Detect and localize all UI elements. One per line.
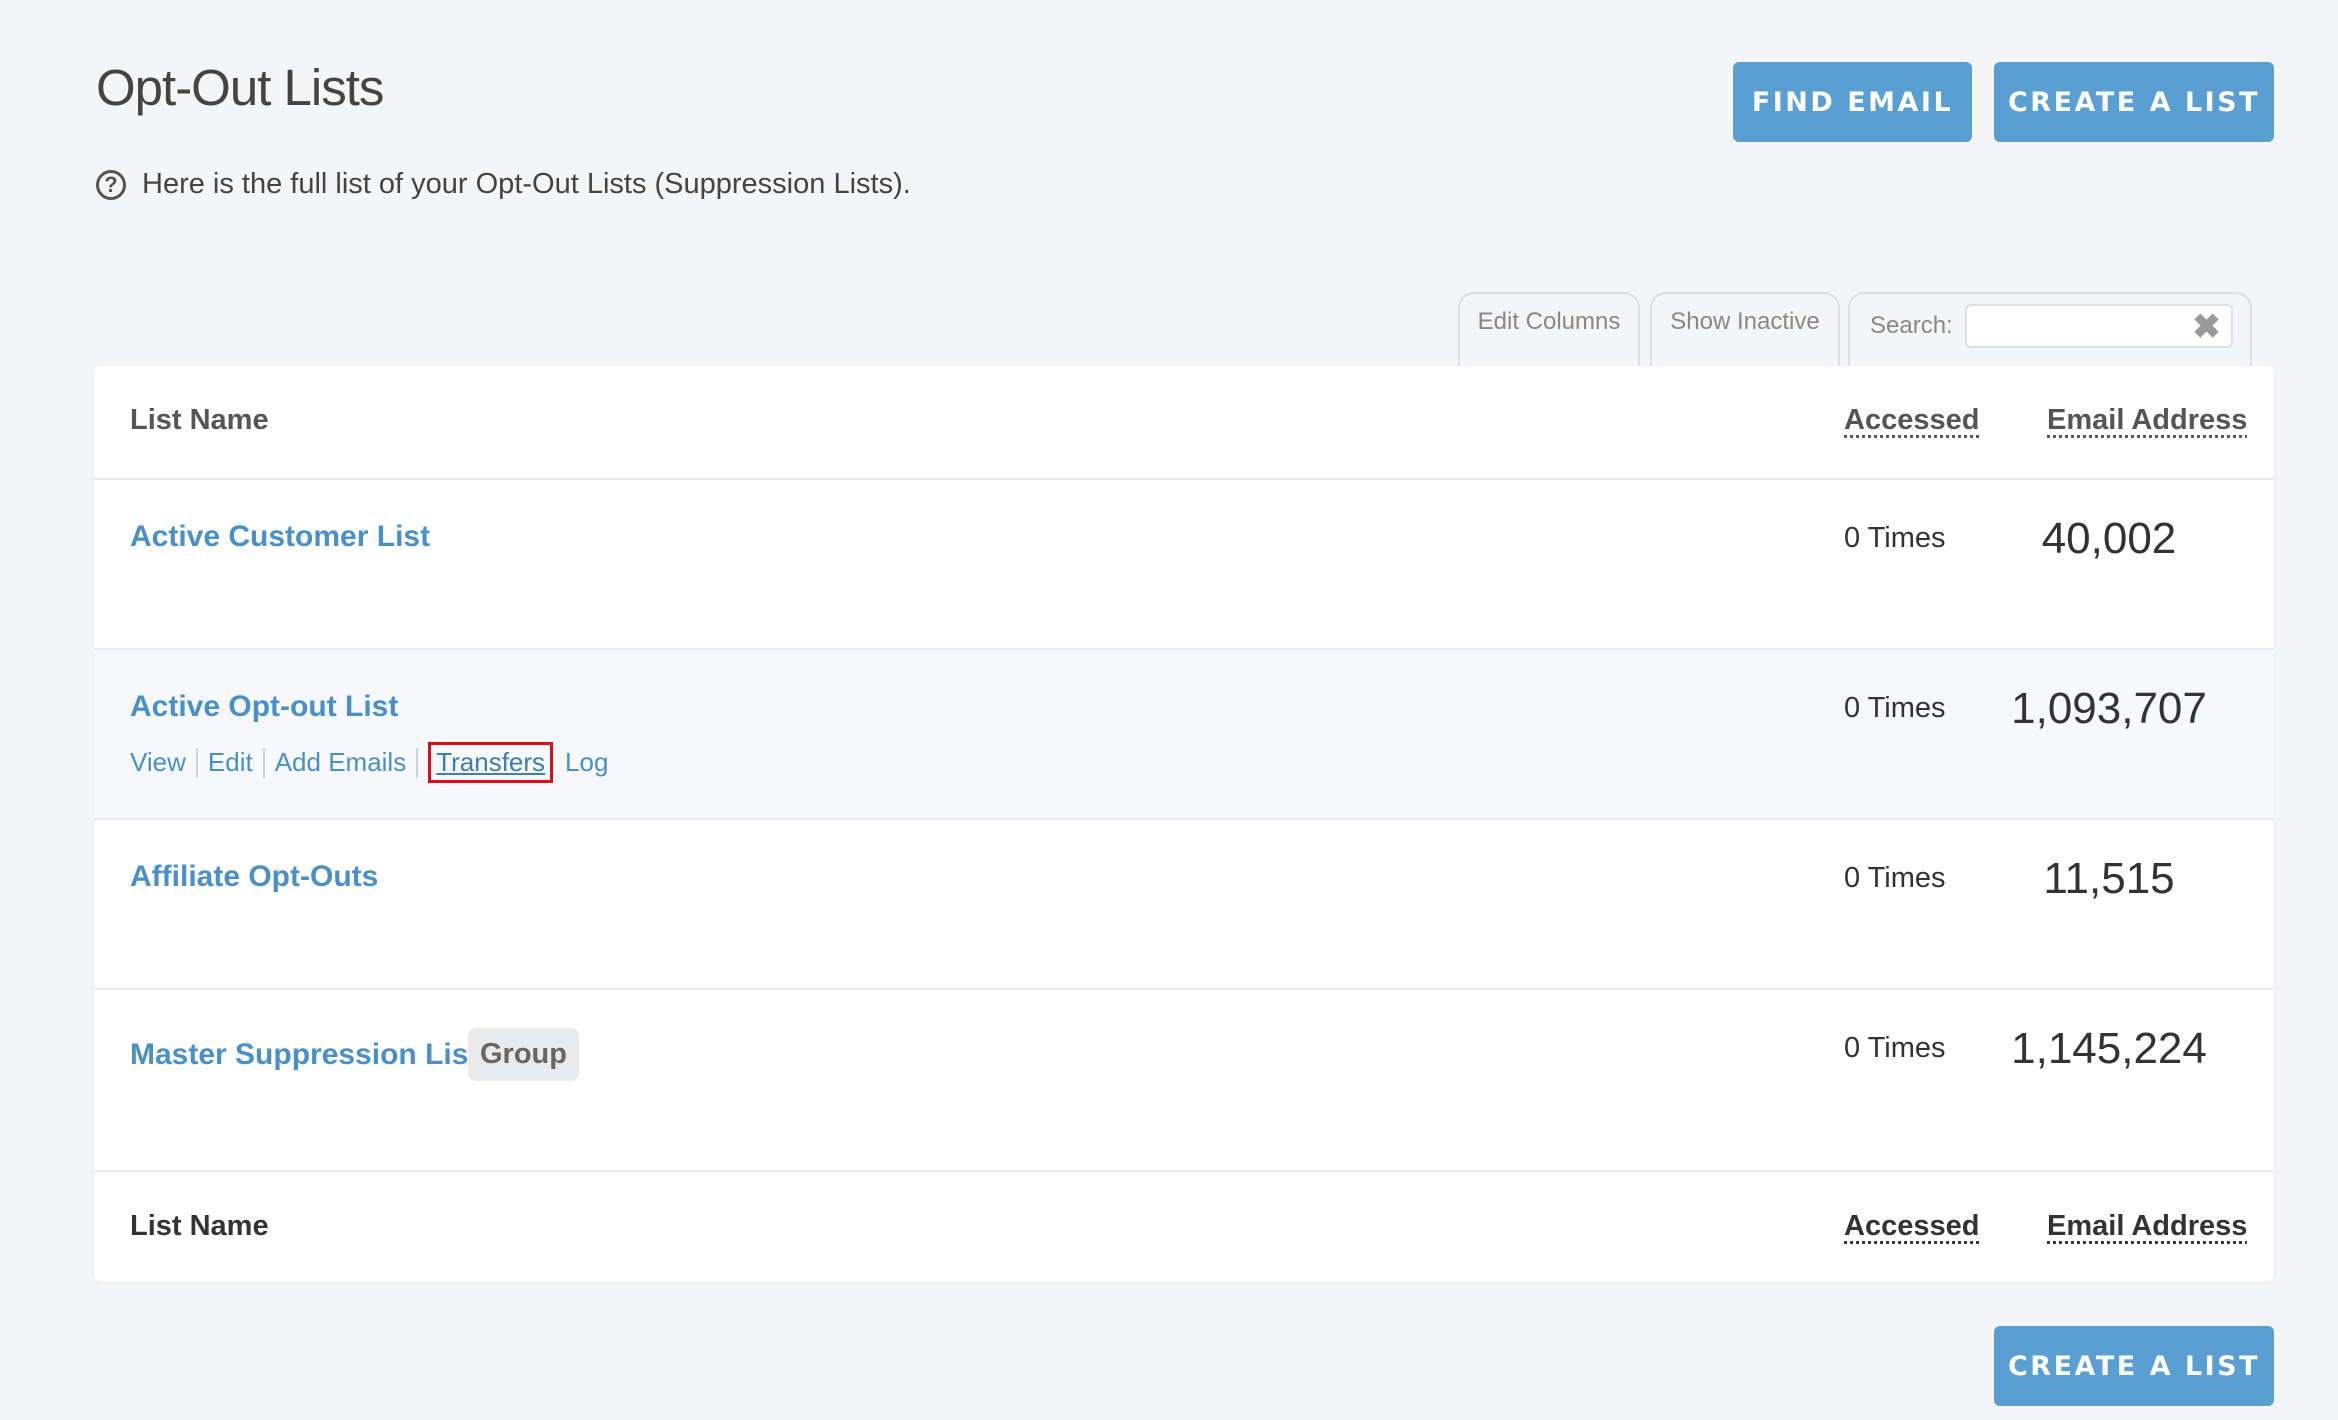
action-divider (416, 747, 419, 778)
list-name-link[interactable]: Affiliate Opt-Outs (130, 860, 378, 894)
accessed-count: 0 Times (1844, 1032, 1946, 1064)
transfers-link[interactable]: Transfers (428, 742, 554, 783)
table-row: Master Suppression List Group 0 Times 1,… (94, 990, 2274, 1172)
list-name-link[interactable]: Master Suppression List (130, 1038, 478, 1072)
table-row: Affiliate Opt-Outs 0 Times 11,515 (94, 820, 2274, 990)
table-row: Active Opt-out List View Edit Add Emails… (94, 650, 2274, 820)
table-header-row: List Name Accessed Email Address (94, 366, 2274, 480)
page-title: Opt-Out Lists (96, 59, 384, 116)
help-text: Here is the full list of your Opt-Out Li… (142, 168, 911, 200)
row-actions: View Edit Add Emails Transfers Log (130, 742, 608, 783)
view-link[interactable]: View (130, 747, 186, 778)
email-count: 40,002 (2041, 514, 2177, 563)
email-count: 1,093,707 (2011, 684, 2207, 733)
find-email-button[interactable]: FIND EMAIL (1733, 62, 1972, 142)
footer-accessed[interactable]: Accessed (1844, 1210, 1979, 1243)
email-count: 11,515 (2043, 854, 2175, 903)
show-inactive-tab[interactable]: Show Inactive (1650, 292, 1840, 370)
opt-out-lists-table: List Name Accessed Email Address Active … (94, 366, 2274, 1282)
search-tab: Search: ✖ (1848, 292, 2252, 370)
accessed-count: 0 Times (1844, 862, 1946, 894)
header-email-address[interactable]: Email Address (2047, 404, 2247, 437)
search-input[interactable]: ✖ (1964, 304, 2233, 348)
list-name-link[interactable]: Active Customer List (130, 520, 430, 554)
group-badge: Group (468, 1028, 579, 1081)
action-divider (195, 747, 198, 778)
accessed-count: 0 Times (1844, 522, 1946, 554)
footer-list-name[interactable]: List Name (130, 1210, 269, 1243)
add-emails-link[interactable]: Add Emails (275, 747, 407, 778)
header-list-name[interactable]: List Name (130, 404, 269, 437)
clear-search-icon[interactable]: ✖ (2192, 310, 2221, 344)
edit-columns-tab[interactable]: Edit Columns (1458, 292, 1640, 370)
search-label: Search: (1870, 312, 1953, 339)
create-list-button-bottom[interactable]: CREATE A LIST (1994, 1326, 2274, 1406)
edit-link[interactable]: Edit (208, 747, 253, 778)
log-link[interactable]: Log (565, 747, 608, 778)
action-divider (262, 747, 265, 778)
list-name-link[interactable]: Active Opt-out List (130, 690, 398, 724)
create-list-button[interactable]: CREATE A LIST (1994, 62, 2274, 142)
help-row: ? Here is the full list of your Opt-Out … (96, 168, 911, 201)
accessed-count: 0 Times (1844, 692, 1946, 724)
table-footer-row: List Name Accessed Email Address (94, 1172, 2274, 1282)
email-count: 1,145,224 (2011, 1024, 2207, 1073)
table-row: Active Customer List 0 Times 40,002 (94, 480, 2274, 650)
footer-email-address[interactable]: Email Address (2047, 1210, 2247, 1243)
header-accessed[interactable]: Accessed (1844, 404, 1979, 437)
question-circle-icon: ? (96, 169, 126, 200)
